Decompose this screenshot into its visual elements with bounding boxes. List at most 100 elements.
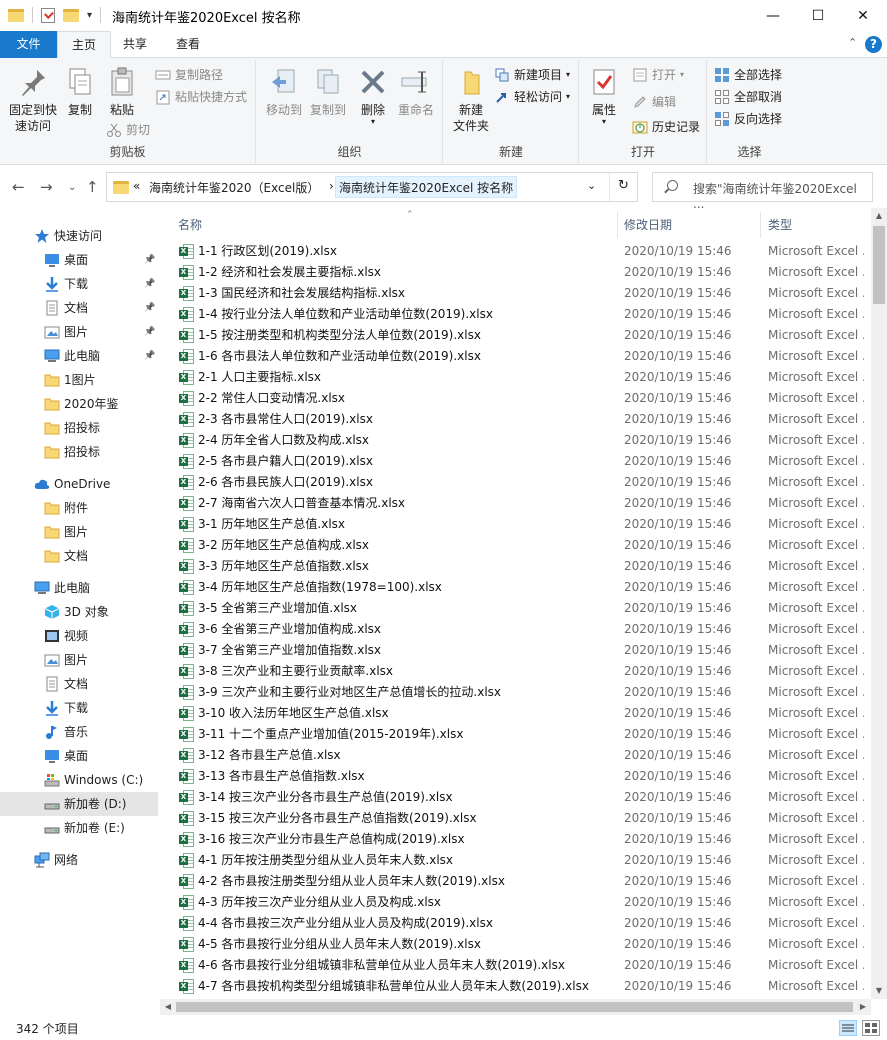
breadcrumb-parent[interactable]: 海南统计年鉴2020（Excel版） <box>149 179 319 196</box>
help-icon[interactable]: ? <box>865 36 882 53</box>
sidebar-item[interactable]: 音乐 <box>0 720 158 744</box>
sidebar-item[interactable]: 快速访问 <box>0 224 158 248</box>
sidebar-item[interactable]: 文档 📌 <box>0 296 158 320</box>
file-row[interactable]: X 4-2 各市县按注册类型分组从业人员年末人数(2019).xlsx 2020/1… <box>160 871 872 892</box>
sidebar-item[interactable]: 下载 📌 <box>0 272 158 296</box>
file-row[interactable]: X 3-4 历年地区生产总值指数(1978=100).xlsx 2020/10/19… <box>160 577 872 598</box>
tab-share[interactable]: 共享 <box>109 31 161 58</box>
file-row[interactable]: X 3-14 按三次产业分各市县生产总值(2019).xlsx 2020/10/19… <box>160 787 872 808</box>
refresh-icon[interactable]: ↻ <box>618 178 629 193</box>
scroll-up-arrow-icon[interactable]: ▲ <box>871 211 887 220</box>
sidebar-item[interactable]: 3D 对象 <box>0 600 158 624</box>
sidebar-item[interactable]: 附件 <box>0 496 158 520</box>
sidebar-item[interactable]: 1图片 <box>0 368 158 392</box>
file-row[interactable]: X 3-12 各市县生产总值.xlsx 2020/10/19 15:46 Micros… <box>160 745 872 766</box>
up-arrow-icon[interactable]: ↑ <box>86 178 99 196</box>
scroll-down-arrow-icon[interactable]: ▼ <box>871 986 887 995</box>
file-row[interactable]: X 1-2 经济和社会发展主要指标.xlsx 2020/10/19 15:46 Mic… <box>160 262 872 283</box>
file-row[interactable]: X 3-13 各市县生产总值指数.xlsx 2020/10/19 15:46 Micr… <box>160 766 872 787</box>
properties-dropdown-icon[interactable]: ▾ <box>586 118 622 126</box>
sidebar-item[interactable]: 图片 <box>0 520 158 544</box>
column-divider[interactable] <box>760 212 761 238</box>
maximize-button[interactable]: ☐ <box>795 0 841 31</box>
forward-arrow-icon[interactable]: → <box>40 178 53 196</box>
pin-quick-access-button[interactable]: 固定到快 速访问 <box>4 66 62 134</box>
sidebar-item[interactable]: Windows (C:) <box>0 768 158 792</box>
column-header-type[interactable]: 类型 <box>768 210 868 240</box>
file-row[interactable]: X 3-16 按三次产业分市县生产总值构成(2019).xlsx 2020/10/1… <box>160 829 872 850</box>
invert-selection-button[interactable]: 反向选择 <box>714 109 782 129</box>
rename-button[interactable]: 重命名 <box>393 66 439 118</box>
column-header-name[interactable]: 名称 ⌃ <box>178 210 618 240</box>
file-row[interactable]: X 2-2 常住人口变动情况.xlsx 2020/10/19 15:46 Micros… <box>160 388 872 409</box>
select-none-button[interactable]: 全部取消 <box>714 87 782 107</box>
file-row[interactable]: X 1-3 国民经济和社会发展结构指标.xlsx 2020/10/19 15:46 M… <box>160 283 872 304</box>
copy-path-button[interactable]: 复制路径 <box>155 65 223 85</box>
column-divider[interactable] <box>617 212 618 238</box>
select-all-button[interactable]: 全部选择 <box>714 65 782 85</box>
tab-file[interactable]: 文件 <box>0 31 57 58</box>
file-row[interactable]: X 4-4 各市县按三次产业分组从业人员及构成(2019).xlsx 2020/10… <box>160 913 872 934</box>
file-row[interactable]: X 3-3 历年地区生产总值指数.xlsx 2020/10/19 15:46 Micr… <box>160 556 872 577</box>
column-header-date[interactable]: 修改日期 <box>624 210 760 240</box>
delete-dropdown-icon[interactable]: ▾ <box>357 118 389 126</box>
history-button[interactable]: 历史记录 <box>632 117 700 137</box>
file-row[interactable]: X 2-4 历年全省人口数及构成.xlsx 2020/10/19 15:46 Micr… <box>160 430 872 451</box>
file-row[interactable]: X 3-7 全省第三产业增加值指数.xlsx 2020/10/19 15:46 Mic… <box>160 640 872 661</box>
new-item-button[interactable]: 新建项目 ▾ <box>494 65 570 85</box>
move-to-button[interactable]: 移动到 <box>261 66 307 118</box>
file-row[interactable]: X 1-1 行政区划(2019).xlsx 2020/10/19 15:46 Micr… <box>160 241 872 262</box>
file-row[interactable]: X 2-3 各市县常住人口(2019).xlsx 2020/10/19 15:46 M… <box>160 409 872 430</box>
tab-home[interactable]: 主页 <box>57 31 112 59</box>
file-row[interactable]: X 3-1 历年地区生产总值.xlsx 2020/10/19 15:46 Micros… <box>160 514 872 535</box>
customize-toolbar-arrow-icon[interactable]: ▾ <box>87 10 92 21</box>
large-icons-view-button[interactable] <box>862 1020 880 1036</box>
sidebar-item[interactable]: 新加卷 (D:) <box>0 792 158 816</box>
delete-button[interactable]: 删除 ▾ <box>357 66 389 126</box>
file-row[interactable]: X 4-5 各市县按行业分组从业人员年末人数(2019).xlsx 2020/10/… <box>160 934 872 955</box>
scroll-left-arrow-icon[interactable]: ◀ <box>160 1002 176 1011</box>
file-row[interactable]: X 3-8 三次产业和主要行业贡献率.xlsx 2020/10/19 15:46 Mi… <box>160 661 872 682</box>
properties-icon[interactable] <box>41 7 55 23</box>
sidebar-item[interactable]: 桌面 📌 <box>0 248 158 272</box>
close-button[interactable]: ✕ <box>840 0 886 31</box>
breadcrumb-overflow[interactable]: « <box>133 179 140 193</box>
vertical-scroll-thumb[interactable] <box>873 226 885 304</box>
horizontal-scrollbar[interactable]: ◀ ▶ <box>160 999 871 1015</box>
file-row[interactable]: X 2-7 海南省六次人口普查基本情况.xlsx 2020/10/19 15:46 M… <box>160 493 872 514</box>
paste-button[interactable]: 粘贴 <box>104 66 140 118</box>
properties-button[interactable]: 属性 ▾ <box>586 66 622 126</box>
file-row[interactable]: X 4-1 历年按注册类型分组从业人员年末人数.xlsx 2020/10/19 15… <box>160 850 872 871</box>
sidebar-item[interactable]: 图片 <box>0 648 158 672</box>
file-row[interactable]: X 3-11 十二个重点产业增加值(2015-2019年).xlsx 2020/10… <box>160 724 872 745</box>
paste-shortcut-button[interactable]: 粘贴快捷方式 <box>155 87 247 107</box>
collapse-ribbon-icon[interactable]: ⌃ <box>848 36 857 49</box>
copy-to-button[interactable]: 复制到 <box>305 66 351 118</box>
sidebar-item[interactable]: 2020年鉴 <box>0 392 158 416</box>
file-row[interactable]: X 3-9 三次产业和主要行业对地区生产总值增长的拉动.xlsx 2020/10/1… <box>160 682 872 703</box>
sidebar-item[interactable]: 招投标 <box>0 440 158 464</box>
file-row[interactable]: X 3-2 历年地区生产总值构成.xlsx 2020/10/19 15:46 Micr… <box>160 535 872 556</box>
sidebar-item[interactable]: 此电脑 📌 <box>0 344 158 368</box>
file-row[interactable]: X 3-6 全省第三产业增加值构成.xlsx 2020/10/19 15:46 Mic… <box>160 619 872 640</box>
sidebar-item[interactable]: 网络 <box>0 848 158 872</box>
file-row[interactable]: X 3-15 按三次产业分各市县生产总值指数(2019).xlsx 2020/10/… <box>160 808 872 829</box>
minimize-button[interactable]: — <box>750 0 796 31</box>
sidebar-item[interactable]: 图片 📌 <box>0 320 158 344</box>
easy-access-button[interactable]: 轻松访问 ▾ <box>494 87 570 107</box>
file-row[interactable]: X 2-6 各市县民族人口(2019).xlsx 2020/10/19 15:46 M… <box>160 472 872 493</box>
sidebar-item[interactable]: 新加卷 (E:) <box>0 816 158 840</box>
sidebar-item[interactable]: 文档 <box>0 544 158 568</box>
breadcrumb-current[interactable]: 海南统计年鉴2020Excel 按名称 <box>335 176 518 198</box>
copy-button[interactable]: 复制 <box>64 66 96 118</box>
open-button[interactable]: 打开 ▾ <box>632 65 684 85</box>
recent-locations-chevron-icon[interactable]: ⌄ <box>68 182 76 193</box>
sidebar-item[interactable]: 桌面 <box>0 744 158 768</box>
tab-view[interactable]: 查看 <box>162 31 214 58</box>
file-row[interactable]: X 4-6 各市县按行业分组城镇非私营单位从业人员年末人数(2019).xlsx 2… <box>160 955 872 976</box>
file-row[interactable]: X 2-5 各市县户籍人口(2019).xlsx 2020/10/19 15:46 M… <box>160 451 872 472</box>
sidebar-item[interactable]: 文档 <box>0 672 158 696</box>
file-row[interactable]: X 1-5 按注册类型和机构类型分法人单位数(2019).xlsx 2020/10/… <box>160 325 872 346</box>
sidebar-item[interactable]: 视频 <box>0 624 158 648</box>
new-folder-button[interactable]: 新建 文件夹 <box>448 66 494 134</box>
